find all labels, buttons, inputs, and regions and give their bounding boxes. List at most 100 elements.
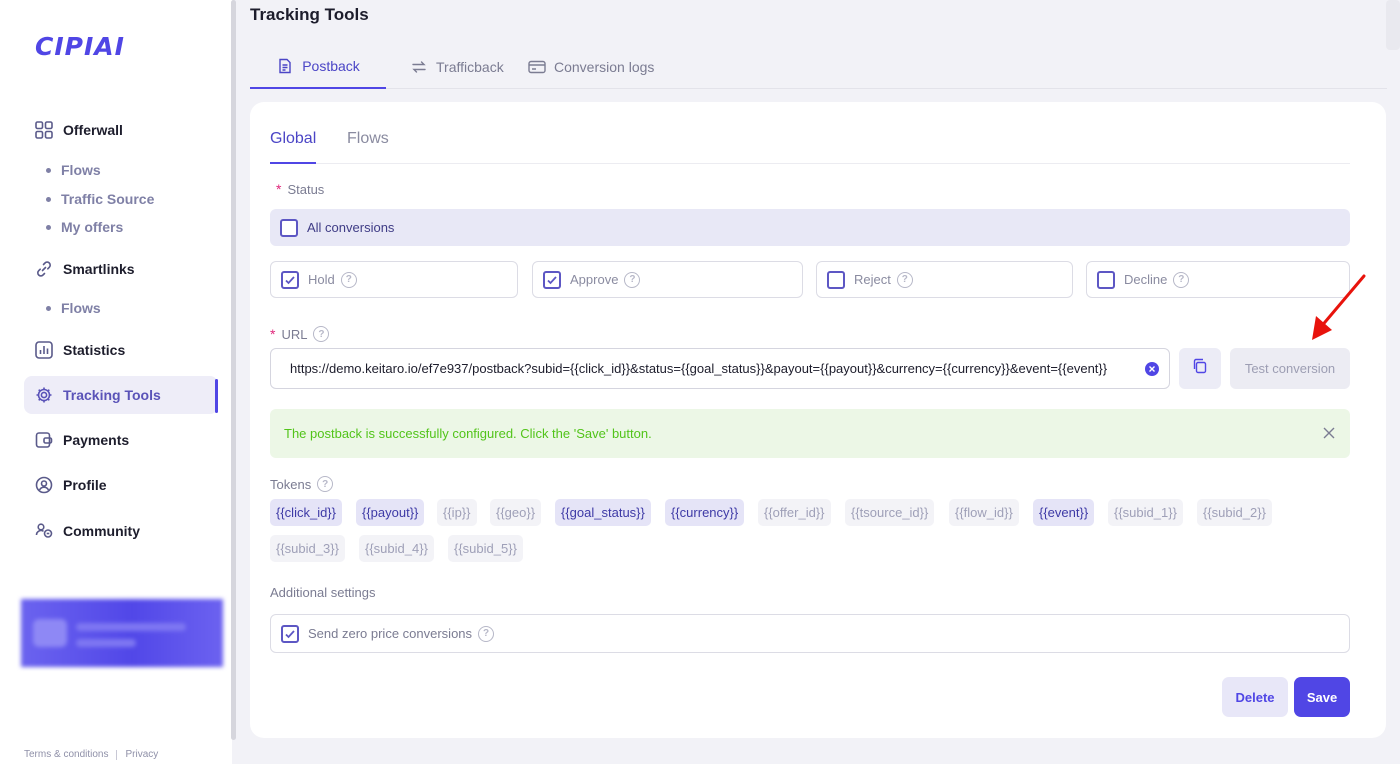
checkbox-checked[interactable] <box>281 270 299 289</box>
checkbox[interactable] <box>1097 270 1115 289</box>
status-label: * Status <box>276 181 324 197</box>
additional-settings-label: Additional settings <box>270 585 376 600</box>
save-button[interactable]: Save <box>1294 677 1350 717</box>
tab-label: Postback <box>302 57 360 74</box>
sidebar-item-label: Smartlinks <box>63 261 135 277</box>
page-scrollbar[interactable] <box>1386 0 1400 50</box>
checkbox[interactable] <box>827 270 845 289</box>
help-icon[interactable]: ? <box>896 271 913 288</box>
wallet-icon <box>34 430 54 450</box>
status-option-label: Hold <box>308 272 335 287</box>
privacy-link[interactable]: Privacy <box>125 749 158 760</box>
token-chip[interactable]: {{offer_id}} <box>758 499 831 526</box>
close-icon[interactable] <box>1322 426 1336 440</box>
terms-link[interactable]: Terms & conditions <box>24 749 108 760</box>
link-icon <box>34 259 54 279</box>
status-label-text: Status <box>287 181 325 197</box>
postback-url-input[interactable]: https://demo.keitaro.io/ef7e937/postback… <box>270 348 1170 389</box>
sidebar-subitem-smartlink-flows[interactable]: Flows <box>46 300 101 316</box>
tab-conversion-logs[interactable]: Conversion logs <box>528 44 654 89</box>
checkbox-checked[interactable] <box>543 270 561 289</box>
token-chip[interactable]: {{flow_id}} <box>949 499 1019 526</box>
token-chip[interactable]: {{geo}} <box>490 499 542 526</box>
token-chip[interactable]: {{subid_4}} <box>359 535 434 562</box>
subtab-global[interactable]: Global <box>270 130 317 164</box>
tokens-label-text: Tokens <box>270 476 312 492</box>
sidebar-item-label: Statistics <box>63 342 126 358</box>
token-chip[interactable]: {{subid_2}} <box>1197 499 1272 526</box>
swap-arrows-icon <box>410 58 428 76</box>
token-chip[interactable]: {{subid_3}} <box>270 535 345 562</box>
card-icon <box>528 58 546 76</box>
sidebar-subitem-flows[interactable]: Flows <box>46 162 101 178</box>
logo[interactable]: CIPIAI <box>35 32 125 61</box>
all-conversions-label: All conversions <box>307 220 395 235</box>
token-chip[interactable]: {{event}} <box>1033 499 1095 526</box>
help-icon[interactable]: ? <box>1173 271 1190 288</box>
sidebar-item-payments[interactable]: Payments <box>24 421 218 459</box>
token-chip[interactable]: {{ip}} <box>437 499 477 526</box>
checkbox[interactable] <box>280 218 298 237</box>
sidebar-item-smartlinks[interactable]: Smartlinks <box>24 250 218 288</box>
sidebar-subitem-my-offers[interactable]: My offers <box>46 219 123 235</box>
copy-button[interactable] <box>1179 348 1221 389</box>
token-chip[interactable]: {{currency}} <box>665 499 745 526</box>
sidebar-item-label: Profile <box>63 477 107 493</box>
sidebar-item-label: Offerwall <box>63 122 123 138</box>
help-icon[interactable]: ? <box>317 476 334 492</box>
token-chip[interactable]: {{tsource_id}} <box>845 499 935 526</box>
tab-label: Trafficback <box>436 58 504 75</box>
page-title: Tracking Tools <box>250 5 369 24</box>
url-label-text: URL <box>281 326 308 342</box>
red-arrow-annotation <box>1312 274 1366 340</box>
postback-card: Global Flows * Status All conversions Ho… <box>250 102 1386 738</box>
sidebar-item-tracking-tools[interactable]: Tracking Tools <box>24 376 218 414</box>
tab-postback[interactable]: Postback <box>250 44 386 89</box>
sidebar-item-profile[interactable]: Profile <box>24 466 218 504</box>
url-label: * URL ? <box>270 326 330 342</box>
main-content: Tracking Tools Postback Trafficback Conv… <box>236 0 1400 764</box>
copy-icon <box>1192 358 1208 379</box>
zero-price-label: Send zero price conversions <box>308 626 473 641</box>
sidebar-subitem-traffic-source[interactable]: Traffic Source <box>46 191 154 207</box>
token-chip[interactable]: {{click_id}} <box>270 499 342 526</box>
success-message: The postback is successfully configured.… <box>284 426 652 441</box>
clear-icon[interactable] <box>1145 362 1159 376</box>
help-icon[interactable]: ? <box>478 625 495 642</box>
token-chip[interactable]: {{subid_1}} <box>1108 499 1183 526</box>
zero-price-option[interactable]: Send zero price conversions ? <box>270 614 1350 653</box>
tab-label: Conversion logs <box>554 58 655 75</box>
sidebar: CIPIAI Offerwall Flows Traffic Source My… <box>0 0 232 764</box>
footer-links: Terms & conditions Privacy <box>24 749 158 760</box>
checkbox-checked[interactable] <box>281 624 299 643</box>
delete-button[interactable]: Delete <box>1222 677 1288 717</box>
tokens-label: Tokens ? <box>270 476 334 492</box>
token-chip[interactable]: {{payout}} <box>356 499 425 526</box>
sub-tabs: Global Flows <box>270 126 1350 164</box>
required-asterisk: * <box>270 326 276 342</box>
top-tabs: Postback Trafficback Conversion logs <box>250 44 1387 89</box>
status-approve[interactable]: Approve ? <box>532 261 803 298</box>
token-chip[interactable]: {{subid_5}} <box>448 535 523 562</box>
sidebar-item-offerwall[interactable]: Offerwall <box>24 111 218 149</box>
token-chip[interactable]: {{goal_status}} <box>555 499 651 526</box>
help-icon[interactable]: ? <box>340 271 357 288</box>
tab-trafficback[interactable]: Trafficback <box>410 44 504 89</box>
status-option-label: Decline <box>1124 272 1168 287</box>
grid-icon <box>34 120 54 140</box>
user-circle-icon <box>34 475 54 495</box>
promo-banner[interactable] <box>21 599 223 667</box>
help-icon[interactable]: ? <box>624 271 641 288</box>
status-reject[interactable]: Reject ? <box>816 261 1073 298</box>
gear-icon <box>34 385 54 405</box>
help-icon[interactable]: ? <box>313 326 330 342</box>
sidebar-item-statistics[interactable]: Statistics <box>24 331 218 369</box>
status-hold[interactable]: Hold ? <box>270 261 518 298</box>
subtab-flows[interactable]: Flows <box>347 130 389 164</box>
test-conversion-button[interactable]: Test conversion <box>1230 348 1350 389</box>
bar-chart-icon <box>34 340 54 360</box>
all-conversions-checkbox[interactable]: All conversions <box>270 209 1350 246</box>
community-icon <box>34 521 54 541</box>
sidebar-item-community[interactable]: Community <box>24 512 218 550</box>
required-asterisk: * <box>276 181 282 197</box>
